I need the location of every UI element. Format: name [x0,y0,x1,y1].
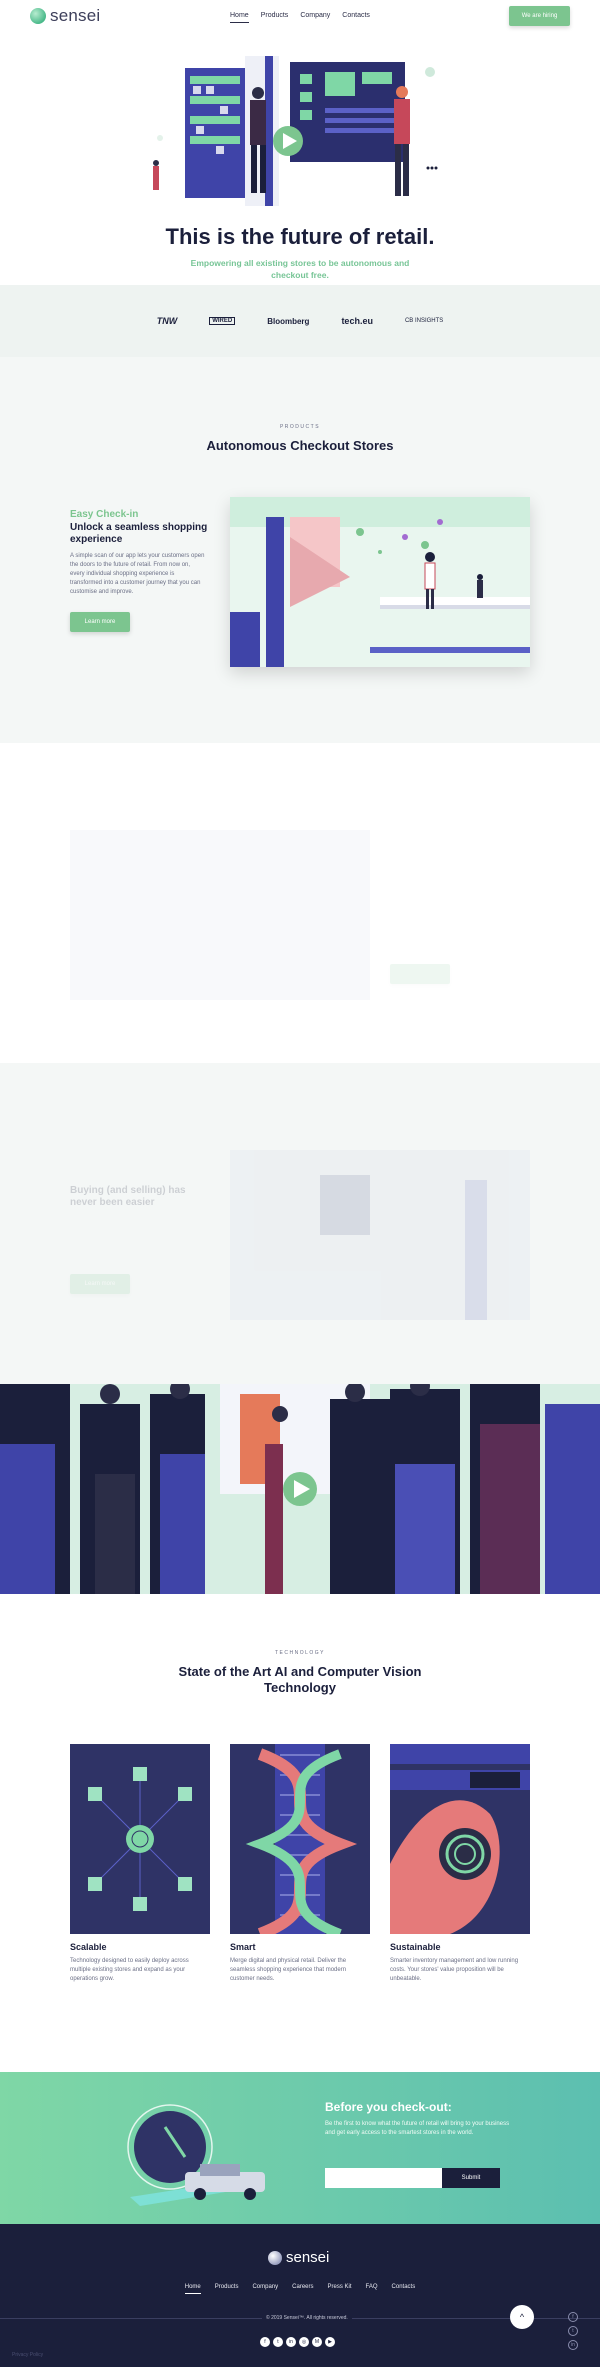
floating-twitter-icon[interactable]: t [568,2326,578,2336]
feature-description: A simple scan of our app lets your custo… [70,553,205,595]
products-title: Autonomous Checkout Stores [206,438,394,453]
press-logos: TNW WIRED Bloomberg tech.eu CB INSIGHTS [0,316,600,326]
smart-illustration [230,1744,370,1934]
press-logo-cbinsights[interactable]: CB INSIGHTS [405,318,443,324]
twitter-icon[interactable]: t [273,2337,283,2347]
medium-icon[interactable]: M [312,2337,322,2347]
tech-card-title-scalable: Scalable [70,1942,107,1952]
sustainable-illustration [390,1744,530,1934]
brand-name: sensei [50,6,101,25]
scalable-illustration [70,1744,210,1934]
faded-card-image-2 [70,830,370,1000]
floating-linkedin-icon[interactable]: in [568,2340,578,2350]
newsletter-section: Before you check-out: Be the first to kn… [0,2072,600,2224]
nav-link-products[interactable]: Products [261,12,289,23]
press-logo-tech-eu[interactable]: tech.eu [341,316,373,326]
nav-links: Home Products Company Contacts [230,12,370,23]
facebook-icon[interactable]: f [260,2337,270,2347]
youtube-icon[interactable]: ▶ [325,2337,335,2347]
footer-brand-name: sensei [286,2249,330,2266]
footer-links: Home Products Company Careers Press Kit … [0,2284,600,2294]
technology-eyebrow: TECHNOLOGY [274,1650,325,1656]
logo-mark-icon [30,8,46,24]
privacy-policy-link[interactable]: Privacy Policy [12,2352,43,2358]
floating-social-bar: f t in [568,2312,578,2350]
press-logo-wired[interactable]: WIRED [209,317,236,325]
technology-title: State of the Art AI and Computer Vision … [178,1664,422,1695]
footer-link-contacts[interactable]: Contacts [392,2284,416,2294]
cta-title: Before you check-out: [325,2100,452,2114]
feature-kicker: Easy Check-in [70,509,139,520]
hero-title: This is the future of retail. [165,224,435,249]
footer-link-home[interactable]: Home [184,2284,201,2294]
car-portal-illustration [127,2104,265,2206]
store-checkin-illustration [230,497,530,667]
footer-link-careers[interactable]: Careers [292,2284,313,2294]
instagram-icon[interactable]: ◎ [299,2337,309,2347]
crowd-video-thumbnail[interactable] [0,1384,600,1594]
tech-card-desc-sustainable: Smarter inventory management and low run… [390,1958,519,1982]
tech-card-title-smart: Smart [230,1942,256,1952]
tech-card-desc-smart: Merge digital and physical retail. Deliv… [230,1958,347,1982]
products-eyebrow: PRODUCTS [279,424,321,430]
feature-title: Unlock a seamless shopping experience [70,522,208,545]
press-logo-bloomberg[interactable]: Bloomberg [267,317,309,326]
chevron-up-icon: ^ [519,2312,525,2322]
submit-button[interactable]: Submit [442,2168,500,2188]
tech-card-desc-scalable: Technology designed to easily deploy acr… [70,1958,189,1982]
hero-subtitle: Empowering all existing stores to be aut… [190,258,410,280]
faded-learn-more-button-3[interactable]: Learn more [70,1274,130,1294]
hiring-button[interactable]: We are hiring [509,6,570,26]
faded-card-image-3 [230,1150,530,1320]
floating-facebook-icon[interactable]: f [568,2312,578,2322]
hero-illustration [153,56,438,206]
footer-link-products[interactable]: Products [215,2284,239,2294]
footer-logo-mark-icon [268,2250,282,2265]
footer-logo[interactable]: sensei [268,2249,329,2266]
brand-logo[interactable]: sensei [30,6,100,26]
nav-link-contacts[interactable]: Contacts [342,12,370,23]
nav-link-company[interactable]: Company [300,12,330,23]
social-links: f t in ◎ M ▶ [260,2337,335,2347]
press-logo-tnw[interactable]: TNW [157,316,178,326]
learn-more-button[interactable]: Learn more [70,612,130,632]
scroll-to-top-button[interactable]: ^ [510,2305,534,2329]
footer-link-press-kit[interactable]: Press Kit [328,2284,352,2294]
footer-copyright: © 2019 Sensei™. All rights reserved. [262,2315,352,2321]
tech-card-title-sustainable: Sustainable [390,1942,441,1952]
email-field[interactable] [325,2168,443,2188]
cta-description: Be the first to know what the future of … [325,2121,510,2136]
footer-link-company[interactable]: Company [252,2284,278,2294]
nav-link-home[interactable]: Home [230,12,249,23]
faded-feature-title: Buying (and selling) has never been easi… [70,1185,186,1208]
top-nav: sensei Home Products Company Contacts We… [0,0,600,34]
footer-link-faq[interactable]: FAQ [366,2284,378,2294]
linkedin-icon[interactable]: in [286,2337,296,2347]
faded-learn-more-button[interactable] [390,964,450,984]
